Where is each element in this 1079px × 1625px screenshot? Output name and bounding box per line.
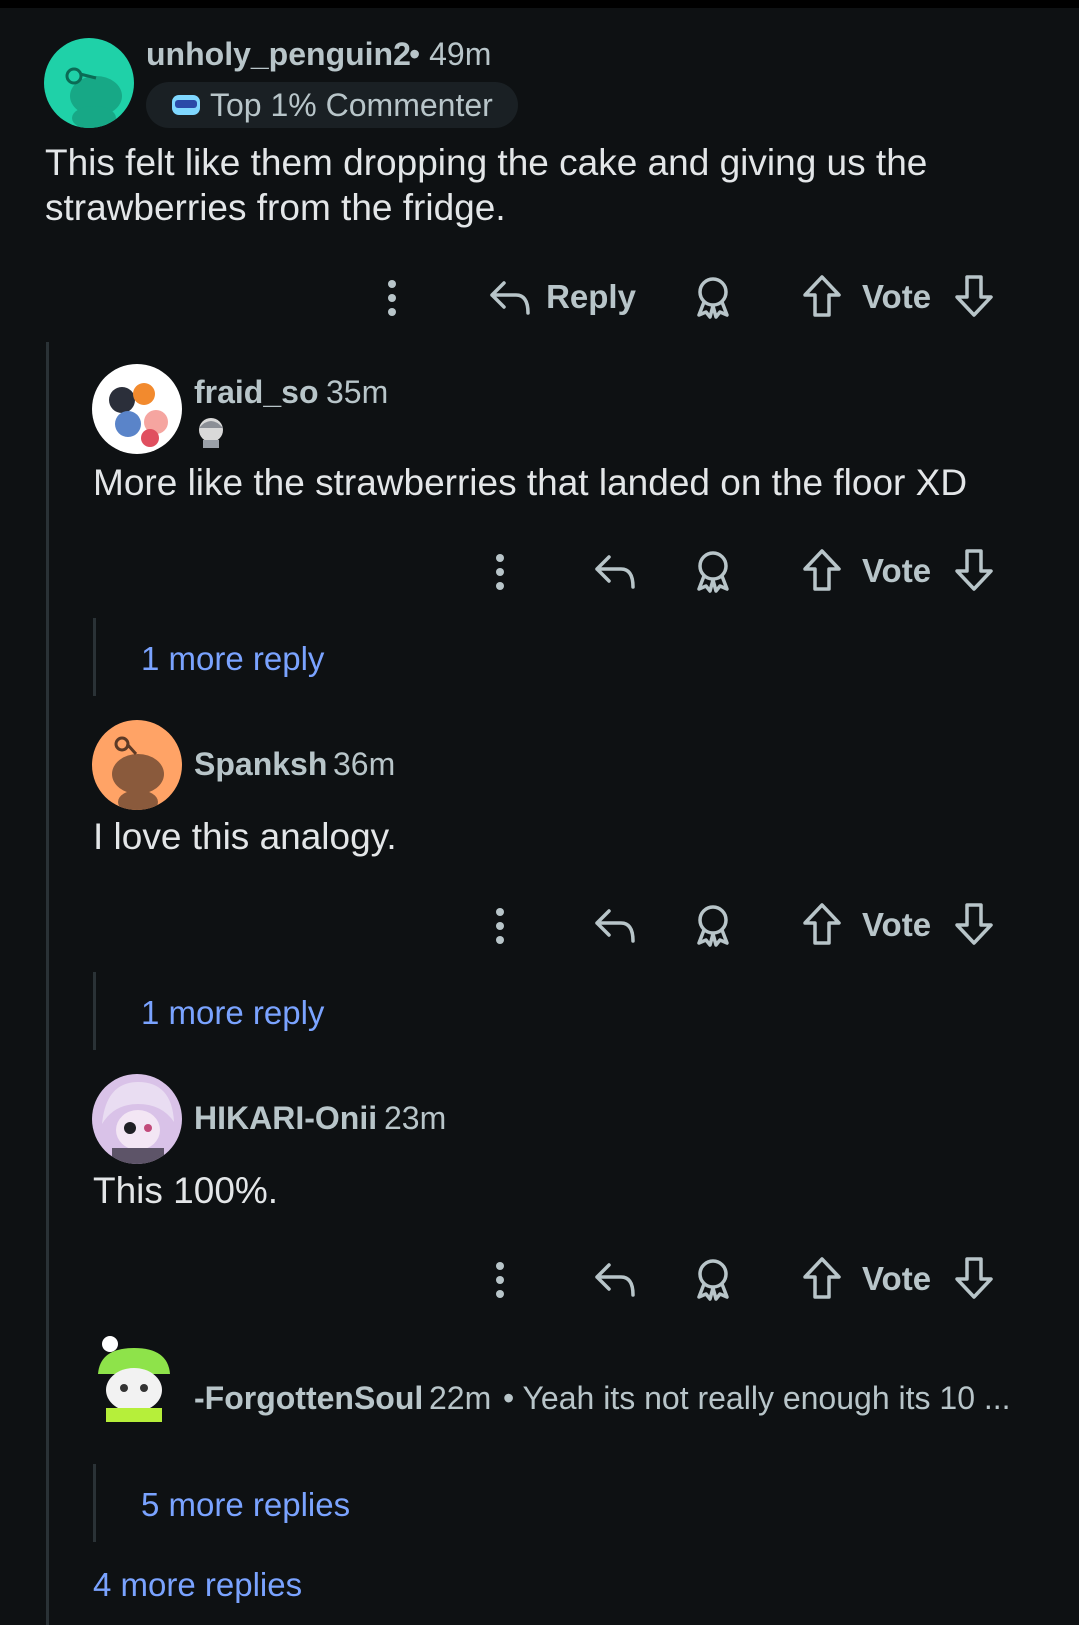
comment-username[interactable]: HIKARI-Onii <box>194 1100 377 1137</box>
thread-line[interactable] <box>46 342 49 1625</box>
beanie-avatar-icon <box>98 1336 170 1422</box>
comment-body: This felt like them dropping the cake an… <box>45 142 928 228</box>
downvote-button[interactable] <box>952 900 996 948</box>
reply-arrow-icon <box>595 909 635 943</box>
goggles-icon <box>172 95 200 115</box>
comment-time: • 49m <box>409 36 492 72</box>
flair-label: Top 1% Commenter <box>210 86 493 123</box>
overflow-menu-icon <box>496 554 504 590</box>
avatar[interactable] <box>92 720 182 810</box>
anime-avatar-icon <box>102 1082 174 1164</box>
avatar[interactable] <box>92 1074 182 1164</box>
upvote-button[interactable] <box>800 272 844 320</box>
thread-more-replies-link[interactable]: 4 more replies <box>93 1566 302 1604</box>
user-flair-emoji-icon <box>194 414 228 450</box>
award-icon <box>697 551 729 593</box>
more-options-button[interactable] <box>372 276 412 320</box>
comment-username[interactable]: unholy_penguin2 <box>146 36 411 73</box>
upvote-arrow-icon <box>803 903 841 945</box>
reply-thread-line[interactable] <box>93 972 96 1050</box>
vote-label: Vote <box>862 906 932 943</box>
vote-label: Vote <box>862 278 932 315</box>
upvote-arrow-icon <box>803 275 841 317</box>
reply-button[interactable] <box>590 548 640 594</box>
reply-label: Reply <box>546 278 636 315</box>
downvote-button[interactable] <box>952 272 996 320</box>
comment-username[interactable]: fraid_so <box>194 374 318 411</box>
reply-button[interactable]: Reply <box>482 274 642 320</box>
upvote-button[interactable] <box>800 546 844 594</box>
comment-time: 35m <box>326 374 389 410</box>
more-replies-link[interactable]: 1 more reply <box>141 640 324 678</box>
more-options-button[interactable] <box>480 1258 520 1302</box>
comment-time: 23m <box>384 1100 447 1136</box>
award-button[interactable] <box>690 548 736 594</box>
more-replies-link[interactable]: 5 more replies <box>141 1486 350 1524</box>
upvote-button[interactable] <box>800 1254 844 1302</box>
overflow-menu-icon <box>496 1262 504 1298</box>
user-flair: Top 1% Commenter <box>146 82 518 128</box>
reply-arrow-icon <box>595 555 635 589</box>
snoo-avatar-icon <box>112 736 164 810</box>
overflow-menu-icon <box>496 908 504 944</box>
top-edge <box>0 0 1079 8</box>
reply-arrow-icon <box>595 1263 635 1297</box>
avatar[interactable] <box>44 38 134 128</box>
more-options-button[interactable] <box>480 550 520 594</box>
snoo-avatar-icon <box>65 67 122 128</box>
downvote-button[interactable] <box>952 546 996 594</box>
comment-username[interactable]: -ForgottenSoul <box>194 1380 423 1417</box>
vote-label: Vote <box>862 552 932 589</box>
downvote-arrow-icon <box>955 275 993 317</box>
award-button[interactable] <box>690 902 736 948</box>
award-icon <box>697 277 729 319</box>
downvote-arrow-icon <box>955 1257 993 1299</box>
comment-body: This 100%. <box>93 1170 279 1211</box>
award-icon <box>697 1259 729 1301</box>
chibi-group-avatar-icon <box>109 383 168 447</box>
upvote-arrow-icon <box>803 549 841 591</box>
upvote-arrow-icon <box>803 1257 841 1299</box>
overflow-menu-icon <box>388 280 396 316</box>
upvote-button[interactable] <box>800 900 844 948</box>
reply-button[interactable] <box>590 1256 640 1302</box>
avatar[interactable] <box>92 1334 182 1424</box>
more-replies-link[interactable]: 1 more reply <box>141 994 324 1032</box>
reply-button[interactable] <box>590 902 640 948</box>
comment-preview[interactable]: • Yeah its not really enough its 10 ... <box>503 1380 1011 1417</box>
vote-label: Vote <box>862 1260 932 1297</box>
downvote-arrow-icon <box>955 903 993 945</box>
comment-username[interactable]: Spanksh <box>194 746 327 783</box>
reply-arrow-icon <box>490 281 530 315</box>
comment-body: More like the strawberries that landed o… <box>93 462 968 503</box>
downvote-button[interactable] <box>952 1254 996 1302</box>
downvote-arrow-icon <box>955 549 993 591</box>
comment-time: 22m <box>429 1380 492 1416</box>
reply-thread-line[interactable] <box>93 618 96 696</box>
reply-thread-line[interactable] <box>93 1464 96 1542</box>
avatar[interactable] <box>92 364 182 454</box>
award-icon <box>697 905 729 947</box>
award-button[interactable] <box>690 1256 736 1302</box>
comment-time: 36m <box>333 746 396 782</box>
comment-body: I love this analogy. <box>93 816 397 857</box>
more-options-button[interactable] <box>480 904 520 948</box>
award-button[interactable] <box>690 274 736 320</box>
